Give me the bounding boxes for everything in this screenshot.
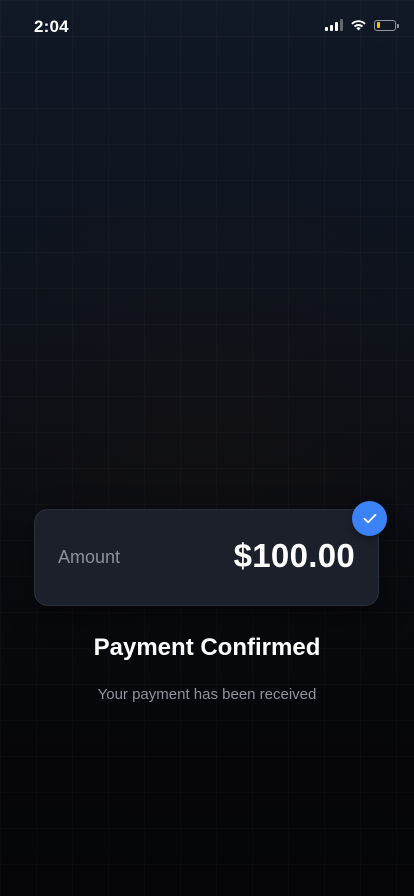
- battery-level-fill: [376, 22, 380, 28]
- amount-label: Amount: [58, 547, 121, 567]
- battery-icon: [374, 19, 399, 31]
- amount-card: Amount $100.00: [34, 509, 379, 606]
- status-icons: [325, 19, 399, 31]
- wifi-icon: [351, 20, 366, 31]
- confirmation-title: Payment Confirmed: [93, 634, 321, 661]
- checkmark-icon: [352, 501, 387, 536]
- background-grid: [0, 0, 414, 896]
- payment-confirmation-screen: 2:04 Amount $100.00 Payment Confirmed Yo…: [0, 0, 414, 896]
- confirmation-subtitle: Your payment has been received: [97, 686, 317, 703]
- status-time: 2:04: [34, 17, 69, 36]
- amount-value: $100.00: [233, 537, 355, 574]
- status-bar: 2:04: [0, 0, 414, 52]
- signal-icon: [325, 19, 343, 31]
